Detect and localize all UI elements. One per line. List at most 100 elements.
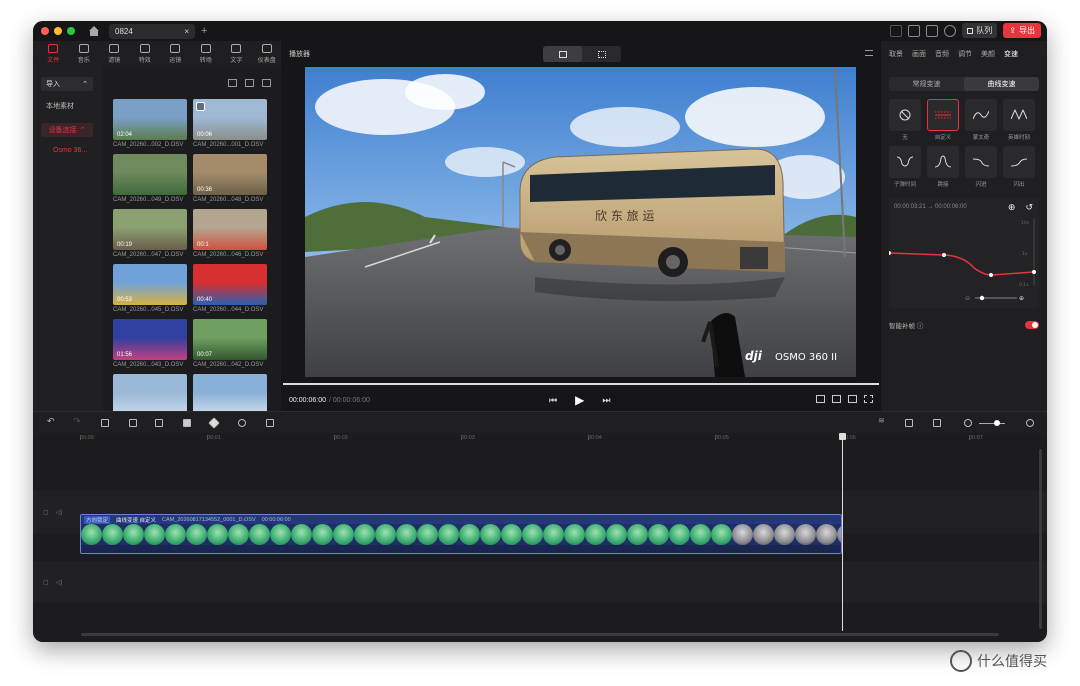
snap-icon[interactable] xyxy=(905,419,913,427)
toolbar-item-transition[interactable]: 转场 xyxy=(192,41,221,67)
curve-preset[interactable]: 蒙太奇 xyxy=(965,99,997,141)
zoom-in-icon[interactable]: ⊕ xyxy=(1019,295,1024,302)
new-tab-button[interactable]: + xyxy=(201,25,207,37)
fullscreen-icon[interactable] xyxy=(864,395,873,403)
video-preview[interactable]: 欣 东 旅 运 dji OSMO 360 II xyxy=(305,67,856,377)
media-thumbnail[interactable]: 00:36 CAM_20260...048_D.OSV xyxy=(193,154,267,203)
local-material-item[interactable]: 本地素材 xyxy=(46,101,90,111)
curve-preset[interactable]: 闪出 xyxy=(1003,146,1035,188)
safe-frame-icon[interactable] xyxy=(832,395,841,403)
import-dropdown[interactable]: 导入 ⌃ xyxy=(41,77,93,91)
media-thumbnail[interactable]: 00:53 CAM_20260...045_D.OSV xyxy=(113,264,187,313)
media-thumbnail[interactable]: 00:1 CAM_20260...046_D.OSV xyxy=(193,209,267,258)
timeline-zoom-in-icon[interactable] xyxy=(1026,419,1034,427)
toolbar-item-filter[interactable]: 滤镜 xyxy=(100,41,129,67)
curve-preset[interactable]: 自定义 xyxy=(927,99,959,141)
inspector-tab[interactable]: 画面 xyxy=(912,49,926,59)
media-thumbnail[interactable]: 02:04 CAM_20260...002_D.OSV xyxy=(113,99,187,148)
video-clip[interactable]: 方向锁定 曲线变速 自定义 CAM_20260817134552_0001_D.… xyxy=(80,514,842,554)
toolbar-item-text[interactable]: 文字 xyxy=(222,41,251,67)
feedback-icon[interactable] xyxy=(926,24,939,37)
toolbar-item-folder[interactable]: 文件 xyxy=(39,41,68,67)
minimize-window-button[interactable] xyxy=(54,27,62,35)
curve-point[interactable] xyxy=(942,253,946,257)
smart-frame-toggle[interactable] xyxy=(1025,321,1039,329)
curve-preset[interactable]: 英雄时刻 xyxy=(1003,99,1035,141)
export-button[interactable]: ⇪ 导出 xyxy=(1003,23,1041,38)
layout-icon[interactable] xyxy=(890,24,903,37)
timeline-ruler[interactable]: 00:00 00:01 00:02 00:03 00:04 00:05 00:06 00:07 xyxy=(33,433,1047,447)
redo-icon[interactable]: ↷ xyxy=(73,416,81,426)
device-osmo-item[interactable]: Osmo 36... xyxy=(53,147,95,154)
inspector-tab[interactable]: 美颜 xyxy=(981,49,995,59)
book-icon[interactable] xyxy=(908,24,921,37)
audio-wave-icon[interactable]: ≋ xyxy=(878,416,886,425)
grid-view-icon[interactable] xyxy=(245,79,254,87)
freeze-icon[interactable] xyxy=(266,419,274,427)
filter-icon[interactable] xyxy=(228,79,237,87)
timeline-zoom-out-icon[interactable] xyxy=(964,419,972,427)
snapshot-icon[interactable] xyxy=(848,395,857,403)
inspector-tab[interactable]: 取景 xyxy=(889,49,903,59)
user-icon[interactable] xyxy=(944,24,957,37)
inspector-tab[interactable]: 音频 xyxy=(935,49,949,59)
track-audio-icon[interactable]: ◁) xyxy=(56,509,63,516)
track-lock-icon[interactable]: ▢ xyxy=(43,579,49,586)
trim-right-icon[interactable] xyxy=(155,419,163,427)
track-audio-icon[interactable]: ◁) xyxy=(56,579,63,586)
menu-icon[interactable] xyxy=(865,50,873,56)
curve-preset[interactable]: 子弹时间 xyxy=(889,146,921,188)
sort-icon[interactable] xyxy=(262,79,271,87)
playhead[interactable] xyxy=(839,433,846,631)
curve-zoom-slider[interactable] xyxy=(979,295,985,301)
toolbar-item-sparkle[interactable]: 特效 xyxy=(131,41,160,67)
split-icon[interactable] xyxy=(101,419,109,427)
split-view-button[interactable] xyxy=(582,46,621,62)
device-connect-item[interactable]: 设备连接 ⌃ xyxy=(41,123,93,137)
keyframe-icon[interactable] xyxy=(208,417,220,429)
undo-icon[interactable]: ↶ xyxy=(47,416,55,426)
trim-left-icon[interactable] xyxy=(129,419,137,427)
skip-forward-icon[interactable]: ⏭ xyxy=(602,395,610,406)
media-thumbnail[interactable]: 00:40 CAM_20260...044_D.OSV xyxy=(193,264,267,313)
media-thumbnail[interactable]: 01:56 CAM_20260...043_D.OSV xyxy=(113,319,187,368)
queue-button[interactable]: 队列 xyxy=(962,23,998,38)
home-icon[interactable] xyxy=(89,26,99,36)
zoom-out-icon[interactable]: ⊖ xyxy=(965,295,970,302)
media-thumbnail[interactable]: 00:06 CAM_20260...001_D.OSV xyxy=(193,99,267,148)
curve-preset[interactable]: 无 xyxy=(889,99,921,141)
media-thumbnail[interactable]: CAM_20260...049_D.OSV xyxy=(113,154,187,203)
timeline-horizontal-scrollbar[interactable] xyxy=(81,633,999,636)
toolbar-item-camera-move[interactable]: 运镜 xyxy=(161,41,190,67)
info-icon[interactable]: ⓘ xyxy=(917,323,924,330)
timeline-vertical-scrollbar[interactable] xyxy=(1039,449,1042,629)
aspect-ratio-icon[interactable] xyxy=(816,395,825,403)
toolbar-item-music[interactable]: 音乐 xyxy=(70,41,99,67)
speed-curve-editor[interactable]: 00:00:03:21 → 00:00:06:00 ⊕ ↺ 10x 1x 0.1… xyxy=(889,198,1039,308)
curve-point[interactable] xyxy=(889,251,891,255)
curve-point[interactable] xyxy=(1032,270,1036,274)
zoom-window-button[interactable] xyxy=(67,27,75,35)
media-thumbnail[interactable]: 00:07 CAM_20260...042_D.OSV xyxy=(193,319,267,368)
inspector-tab[interactable]: 变速 xyxy=(1004,49,1018,59)
selected-checkbox[interactable] xyxy=(196,102,205,111)
curve-point[interactable] xyxy=(989,273,993,277)
curve-preset[interactable]: 跳接 xyxy=(927,146,959,188)
normal-speed-tab[interactable]: 常规变速 xyxy=(889,77,964,91)
tracking-icon[interactable] xyxy=(238,419,246,427)
tab-close-icon[interactable]: × xyxy=(184,27,189,36)
track-lock-icon[interactable]: ▢ xyxy=(43,509,49,516)
close-window-button[interactable] xyxy=(41,27,49,35)
delete-icon[interactable] xyxy=(183,419,191,427)
skip-back-icon[interactable]: ⏮ xyxy=(549,395,557,406)
curve-speed-tab[interactable]: 曲线变速 xyxy=(964,77,1039,91)
play-icon[interactable]: ▶ xyxy=(575,393,584,407)
timeline-zoom-slider[interactable] xyxy=(994,420,1000,426)
inspector-tab[interactable]: 调节 xyxy=(958,49,972,59)
toolbar-item-gauge[interactable]: 仪表盘 xyxy=(253,41,282,67)
single-view-button[interactable] xyxy=(543,46,582,62)
media-thumbnail[interactable]: 00:19 CAM_20260...047_D.OSV xyxy=(113,209,187,258)
player-progress-bar[interactable] xyxy=(283,383,879,385)
curve-preset[interactable]: 闪进 xyxy=(965,146,997,188)
project-tab[interactable]: 0824 × xyxy=(109,23,195,39)
